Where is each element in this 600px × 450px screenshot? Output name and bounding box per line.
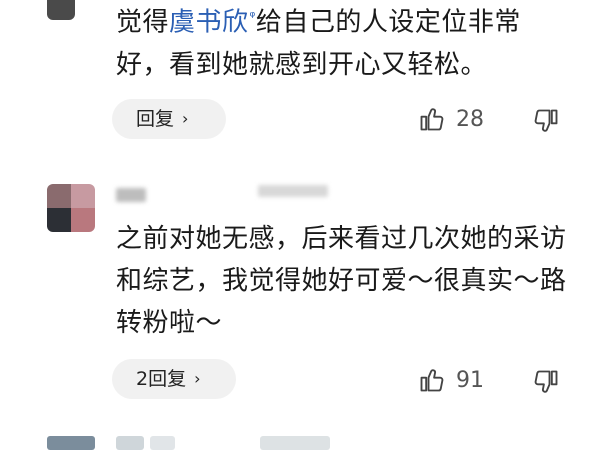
- thumbs-down-icon[interactable]: [532, 368, 560, 396]
- chevron-right-icon: ›: [182, 109, 189, 128]
- meta-redacted: [260, 436, 330, 450]
- avatar[interactable]: [47, 184, 95, 232]
- thumbs-down-icon[interactable]: [532, 107, 560, 135]
- like-button[interactable]: 91: [418, 366, 484, 394]
- username-redacted: [116, 436, 144, 450]
- mention-link[interactable]: 虞书欣: [169, 8, 249, 38]
- reply-button-label: 2回复: [136, 368, 187, 390]
- username-redacted: [150, 436, 175, 450]
- reply-button[interactable]: 回复 ›: [112, 99, 226, 139]
- meta-redacted: [258, 185, 328, 197]
- chevron-right-icon: ›: [194, 369, 201, 388]
- thumbs-up-icon: [420, 369, 444, 392]
- like-count: 28: [456, 106, 484, 132]
- reply-button[interactable]: 2回复 ›: [112, 359, 236, 399]
- thumbs-up-icon: [420, 108, 444, 131]
- avatar[interactable]: [47, 436, 95, 450]
- reply-button-label: 回复: [136, 108, 175, 130]
- like-button[interactable]: 28: [418, 105, 484, 133]
- like-count: 91: [456, 367, 484, 393]
- comment-text-before: 觉得: [116, 7, 170, 38]
- avatar[interactable]: [47, 0, 75, 20]
- comment-text: 觉得虞书欣ᵠ给自己的人设定位非常好，看到她就感到开心又轻松。: [116, 0, 570, 86]
- comment-text: 之前对她无感，后来看过几次她的采访和综艺，我觉得她好可爱～很真实～路转粉啦～: [116, 224, 567, 338]
- username-redacted: [116, 188, 146, 202]
